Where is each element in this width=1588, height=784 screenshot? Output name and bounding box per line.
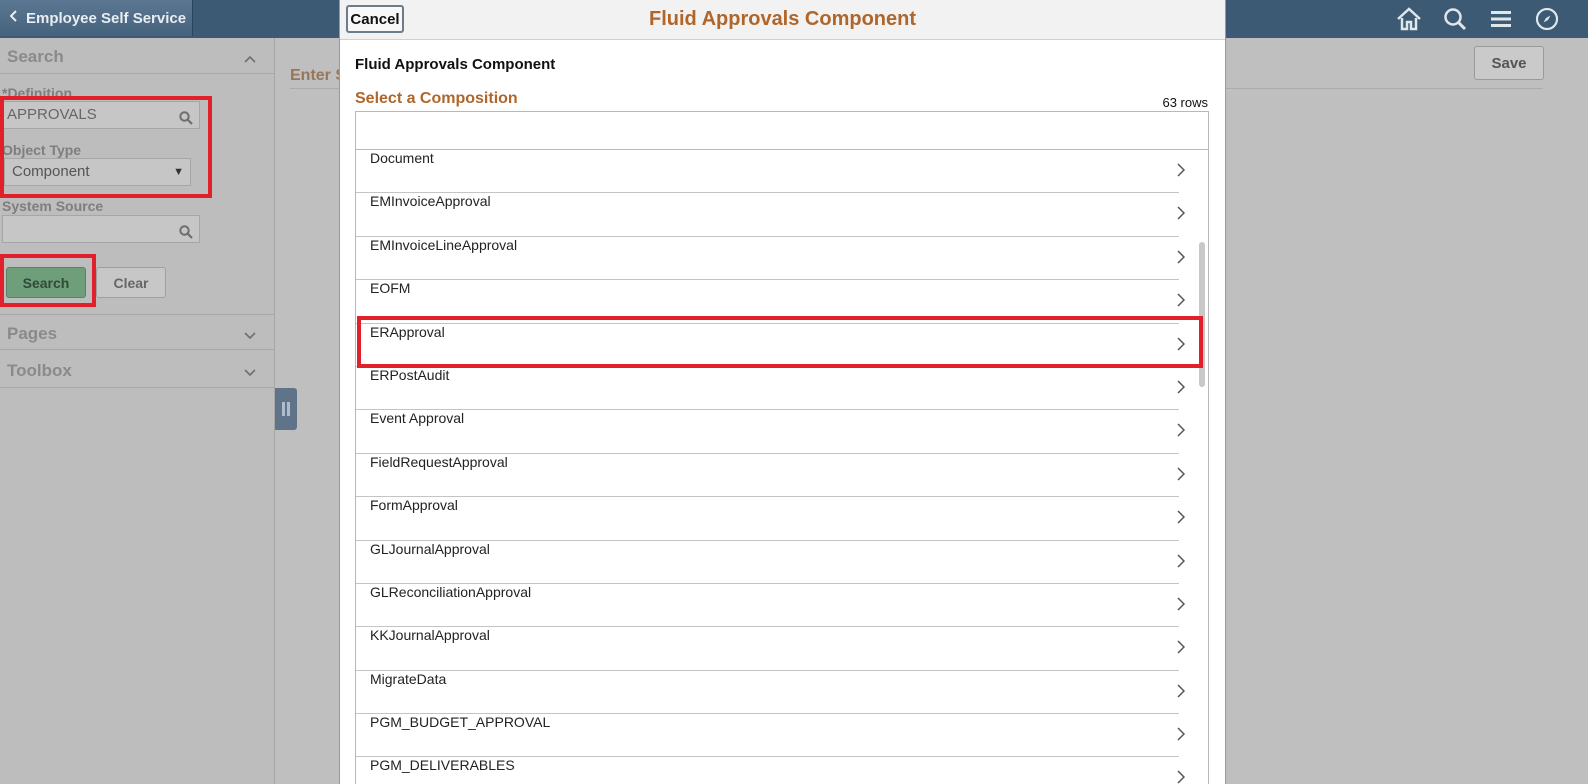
home-icon[interactable] (1386, 0, 1432, 38)
search-section-title: Search (7, 47, 64, 66)
list-item-label: Event Approval (370, 410, 465, 427)
chevron-down-icon (244, 327, 256, 345)
row-count: 63 rows (1162, 95, 1208, 110)
system-source-label: System Source (2, 198, 104, 214)
lookup-icon[interactable] (179, 222, 193, 248)
component-name: Fluid Approvals Component (355, 56, 556, 73)
chevron-right-icon (1177, 467, 1186, 486)
chevron-right-icon (1177, 640, 1186, 659)
chevron-left-icon (9, 9, 18, 27)
list-item[interactable]: PGM_BUDGET_APPROVAL (356, 714, 1186, 758)
enter-label: Enter S (290, 67, 347, 84)
list-item[interactable]: GLJournalApproval (356, 540, 1186, 584)
list-item-label: PGM_DELIVERABLES (370, 757, 515, 774)
save-button[interactable]: Save (1474, 46, 1544, 80)
list-item[interactable]: Document (356, 150, 1186, 194)
list-item[interactable]: ERPostAudit (356, 366, 1186, 411)
list-item-label: FieldRequestApproval (370, 453, 508, 470)
clear-button[interactable]: Clear (96, 267, 166, 298)
list-item[interactable]: EMInvoiceLineApproval (356, 236, 1186, 281)
list-item-label: FormApproval (370, 497, 458, 514)
list-item[interactable]: GLReconciliationApproval (356, 583, 1186, 628)
chevron-right-icon (1177, 423, 1186, 442)
grid-header (356, 112, 1208, 150)
chevron-right-icon (1177, 597, 1186, 616)
compass-icon[interactable] (1524, 0, 1570, 38)
list-item[interactable]: Event Approval (356, 410, 1186, 454)
chevron-right-icon (1177, 163, 1186, 182)
chevron-right-icon (1177, 206, 1186, 225)
list-item[interactable]: FormApproval (356, 497, 1186, 541)
chevron-right-icon (1177, 293, 1186, 312)
chevron-right-icon (1177, 553, 1186, 573)
toolbox-section-title: Toolbox (7, 361, 72, 380)
chevron-right-icon (1177, 727, 1186, 746)
panel-splitter-handle[interactable] (275, 388, 297, 430)
chevron-right-icon (1177, 510, 1186, 529)
modal-title: Fluid Approvals Component (648, 8, 917, 30)
selected-row-highlight-box (357, 316, 1203, 368)
list-item[interactable]: MigrateData (356, 670, 1186, 715)
list-item-label: GLJournalApproval (370, 540, 490, 557)
list-item-label: KKJournalApproval (370, 627, 490, 644)
list-item-label: MigrateData (370, 670, 447, 687)
composition-modal: Cancel Fluid Approvals Component Fluid A… (339, 0, 1226, 784)
list-item-label: EMInvoiceLineApproval (370, 236, 518, 253)
list-item[interactable]: FieldRequestApproval (356, 453, 1186, 498)
back-button[interactable]: Employee Self Service (0, 0, 193, 36)
composition-list: Document EMInvoiceApproval EMInvoiceLineAp… (356, 150, 1208, 784)
list-item-label: PGM_BUDGET_APPROVAL (370, 714, 551, 731)
chevron-up-icon (244, 50, 256, 68)
search-highlight-box (0, 254, 96, 307)
pages-section-title: Pages (7, 324, 58, 343)
chevron-right-icon (1177, 684, 1186, 703)
list-item-label: EMInvoiceApproval (370, 193, 491, 210)
list-item[interactable]: PGM_DELIVERABLES (356, 757, 1186, 784)
system-source-input[interactable] (2, 215, 200, 243)
menu-icon[interactable] (1478, 0, 1524, 38)
chevron-right-icon (1177, 380, 1186, 399)
pages-section-header[interactable]: Pages (0, 314, 274, 350)
list-item[interactable]: EMInvoiceApproval (356, 193, 1186, 237)
list-item-label: EOFM (370, 280, 411, 297)
modal-header: Cancel Fluid Approvals Component (340, 0, 1225, 40)
chevron-down-icon (244, 364, 256, 382)
chevron-right-icon (1177, 770, 1186, 784)
definition-highlight-box (0, 96, 212, 198)
list-item-label: Document (370, 150, 434, 166)
list-item-label: GLReconciliationApproval (370, 583, 532, 600)
search-icon[interactable] (1432, 0, 1478, 38)
chevron-right-icon (1177, 250, 1186, 269)
toolbox-section-header[interactable]: Toolbox (0, 352, 274, 388)
list-item-label: ERPostAudit (370, 366, 450, 383)
select-composition-label: Select a Composition (355, 90, 518, 107)
composition-grid: Document EMInvoiceApproval EMInvoiceLineAp… (355, 111, 1209, 784)
back-button-label: Employee Self Service (26, 9, 187, 27)
search-section-header[interactable]: Search (0, 38, 274, 74)
list-item[interactable]: KKJournalApproval (356, 627, 1186, 671)
